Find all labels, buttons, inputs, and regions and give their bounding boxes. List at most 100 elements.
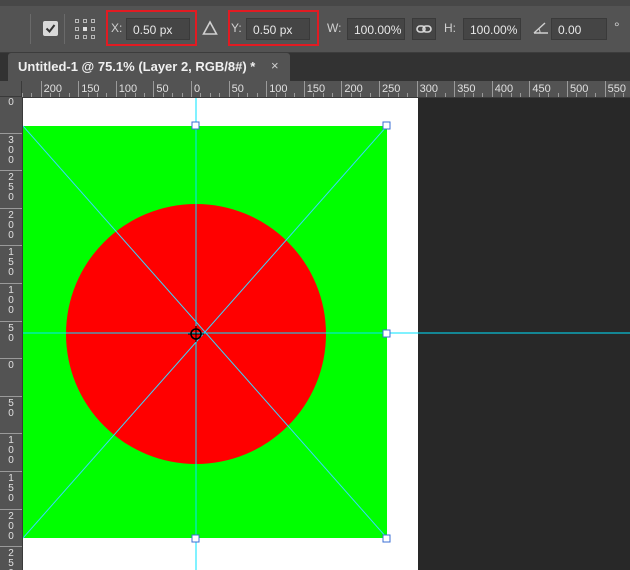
horizontal-ruler[interactable]: 0200150100500501001502002503003504004505… bbox=[22, 81, 630, 98]
ruler-label: 100 bbox=[8, 285, 14, 316]
y-position-input[interactable]: 0.50 px bbox=[246, 18, 310, 40]
close-icon[interactable]: × bbox=[271, 58, 279, 73]
ruler-minor-tick bbox=[134, 93, 136, 97]
ruler-minor-tick bbox=[285, 93, 286, 97]
ruler-minor-tick bbox=[350, 93, 352, 97]
options-bar: X: 0.50 px Y: 0.50 px W: 100.00% H: 100.… bbox=[0, 0, 630, 53]
ruler-minor-tick bbox=[219, 93, 221, 97]
ruler-label: 100 bbox=[8, 435, 14, 467]
transform-handle[interactable] bbox=[382, 329, 391, 338]
ruler-tick bbox=[0, 170, 22, 172]
ruler-minor-tick bbox=[144, 93, 145, 97]
ruler-minor-tick bbox=[444, 93, 446, 97]
ruler-tick bbox=[0, 433, 22, 435]
ruler-minor-tick bbox=[275, 93, 277, 97]
ruler-tick bbox=[0, 471, 22, 472]
document-tab[interactable]: Untitled-1 @ 75.1% (Layer 2, RGB/8#) * × bbox=[8, 53, 290, 81]
ruler-minor-tick bbox=[623, 93, 625, 97]
ruler-minor-tick bbox=[388, 93, 390, 97]
transform-handle[interactable] bbox=[191, 534, 200, 543]
ruler-minor-tick bbox=[614, 93, 615, 97]
ruler-label: 200 bbox=[8, 510, 14, 542]
ruler-minor-tick bbox=[50, 93, 51, 97]
ruler-minor-tick bbox=[59, 93, 61, 97]
triangle-icon[interactable] bbox=[202, 20, 218, 41]
w-label: W: bbox=[327, 21, 342, 35]
canvas-area[interactable] bbox=[23, 98, 630, 570]
link-icon[interactable] bbox=[412, 18, 436, 40]
ruler-label: 0 bbox=[8, 360, 14, 372]
ruler-minor-tick bbox=[172, 93, 174, 97]
ruler-minor-tick bbox=[501, 93, 503, 97]
ruler-minor-tick bbox=[360, 93, 362, 97]
transform-handle[interactable] bbox=[382, 121, 391, 130]
ruler-tick bbox=[153, 81, 155, 97]
x-label: X: bbox=[111, 21, 123, 35]
ruler-minor-tick bbox=[435, 93, 437, 97]
ruler-tick bbox=[266, 81, 268, 97]
reference-point-icon[interactable] bbox=[75, 19, 95, 39]
ruler-minor-tick bbox=[97, 93, 98, 97]
ruler-tick bbox=[341, 81, 343, 97]
ruler-tick bbox=[78, 81, 80, 97]
ruler-minor-tick bbox=[557, 93, 559, 97]
angle-icon bbox=[533, 21, 549, 40]
ruler-tick bbox=[0, 207, 22, 209]
ruler-tick bbox=[416, 81, 418, 97]
y-label: Y: bbox=[231, 21, 242, 35]
degree-symbol: ° bbox=[614, 19, 620, 35]
ruler-minor-tick bbox=[181, 93, 183, 97]
ruler-tick bbox=[40, 81, 42, 97]
divider bbox=[30, 14, 31, 44]
ruler-tick bbox=[0, 320, 22, 322]
ruler-label: 300 bbox=[8, 134, 14, 166]
ruler-label: 200 bbox=[8, 209, 14, 241]
ruler-minor-tick bbox=[595, 93, 597, 97]
ruler-minor-tick bbox=[548, 93, 550, 97]
ruler-tick bbox=[454, 81, 456, 97]
ruler-tick bbox=[0, 395, 22, 397]
ruler-tick bbox=[228, 81, 230, 97]
checkbox-icon[interactable] bbox=[43, 21, 58, 36]
angle-input[interactable]: 0.00 bbox=[551, 18, 607, 40]
ruler-minor-tick bbox=[397, 93, 399, 97]
ruler-tick bbox=[567, 81, 568, 97]
ruler-label: 150 bbox=[8, 473, 14, 504]
ruler-minor-tick bbox=[256, 93, 258, 97]
width-input[interactable]: 100.00% bbox=[347, 18, 405, 40]
ruler-minor-tick bbox=[426, 93, 427, 97]
ruler-minor-tick bbox=[369, 93, 371, 97]
ruler-minor-tick bbox=[294, 93, 296, 97]
ruler-tick bbox=[0, 283, 22, 284]
ruler-minor-tick bbox=[407, 93, 409, 97]
ruler-minor-tick bbox=[68, 93, 70, 97]
ruler-minor-tick bbox=[538, 93, 540, 97]
ruler-minor-tick bbox=[520, 93, 521, 97]
ruler-tick bbox=[604, 81, 606, 97]
ruler-tick bbox=[303, 81, 305, 97]
height-input[interactable]: 100.00% bbox=[463, 18, 521, 40]
ruler-label: 150 bbox=[8, 247, 14, 279]
transform-handle[interactable] bbox=[382, 534, 391, 543]
ruler-minor-tick bbox=[576, 93, 578, 97]
ruler-minor-tick bbox=[162, 93, 164, 97]
ruler-label: 50 bbox=[8, 397, 14, 419]
ruler-minor-tick bbox=[463, 93, 465, 97]
ruler-label: 0 bbox=[194, 83, 201, 95]
vertical-ruler[interactable]: 0 300 250 200 150 100 50 0 50 100 150 200 250 bbox=[0, 97, 23, 570]
ruler-tick bbox=[0, 358, 22, 360]
ruler-tick bbox=[191, 81, 192, 97]
ruler-tick bbox=[0, 132, 22, 134]
ruler-tick bbox=[0, 546, 22, 548]
ruler-minor-tick bbox=[209, 93, 211, 97]
ruler-minor-tick bbox=[87, 93, 89, 97]
ruler-minor-tick bbox=[106, 93, 108, 97]
divider bbox=[64, 14, 65, 44]
x-position-input[interactable]: 0.50 px bbox=[126, 18, 190, 40]
transform-handle[interactable] bbox=[191, 121, 200, 130]
ruler-minor-tick bbox=[332, 93, 333, 97]
layer-artwork[interactable] bbox=[23, 98, 630, 570]
ruler-tick bbox=[491, 81, 493, 97]
h-label: H: bbox=[444, 21, 456, 35]
document-tab-bar: Untitled-1 @ 75.1% (Layer 2, RGB/8#) * × bbox=[0, 53, 630, 81]
